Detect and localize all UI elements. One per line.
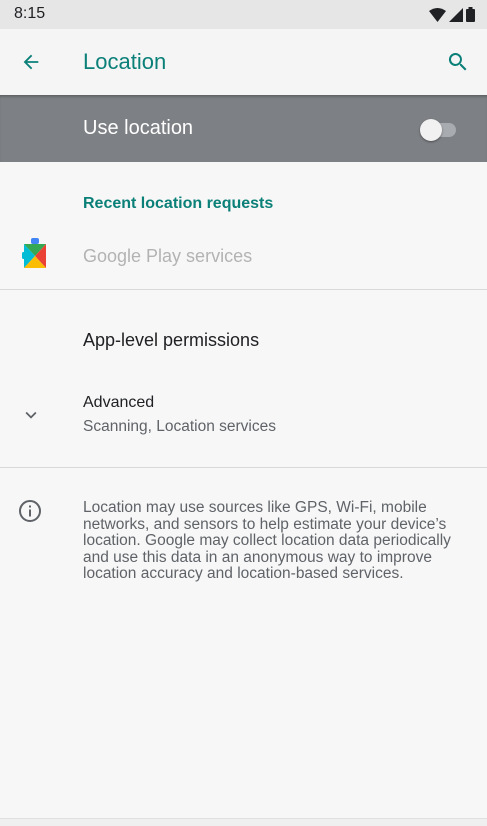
search-icon bbox=[448, 53, 467, 71]
advanced-item[interactable]: Advanced Scanning, Location services bbox=[0, 390, 487, 440]
toggle-thumb bbox=[420, 119, 442, 141]
back-button[interactable] bbox=[14, 45, 48, 79]
use-location-toggle[interactable] bbox=[420, 119, 456, 141]
signal-icon bbox=[449, 7, 463, 22]
chevron-down-icon bbox=[25, 411, 37, 419]
status-time: 8:15 bbox=[14, 5, 46, 22]
divider bbox=[0, 467, 487, 468]
use-location-label: Use location bbox=[83, 117, 194, 139]
page-title: Location bbox=[83, 49, 167, 74]
location-footer-text: Location may use sources like GPS, Wi-Fi… bbox=[83, 499, 451, 582]
use-location-switch-bar[interactable]: Use location bbox=[0, 95, 487, 162]
recent-request-app-name: Google Play services bbox=[83, 246, 253, 266]
status-bar: 8:15 bbox=[0, 0, 487, 29]
arrow-back-icon bbox=[23, 54, 39, 70]
google-play-services-icon bbox=[22, 238, 46, 268]
divider bbox=[0, 289, 487, 290]
recent-request-item: Google Play services bbox=[0, 234, 487, 280]
info-icon bbox=[19, 500, 41, 522]
wifi-icon bbox=[429, 7, 446, 22]
app-level-permissions-item[interactable]: App-level permissions bbox=[83, 330, 259, 351]
advanced-summary: Scanning, Location services bbox=[83, 418, 277, 435]
app-bar: Location bbox=[0, 29, 487, 95]
recent-requests-header: Recent location requests bbox=[83, 195, 274, 212]
advanced-title: Advanced bbox=[83, 394, 155, 411]
battery-icon bbox=[466, 7, 475, 22]
search-button[interactable] bbox=[441, 45, 475, 79]
status-icons bbox=[429, 7, 475, 22]
